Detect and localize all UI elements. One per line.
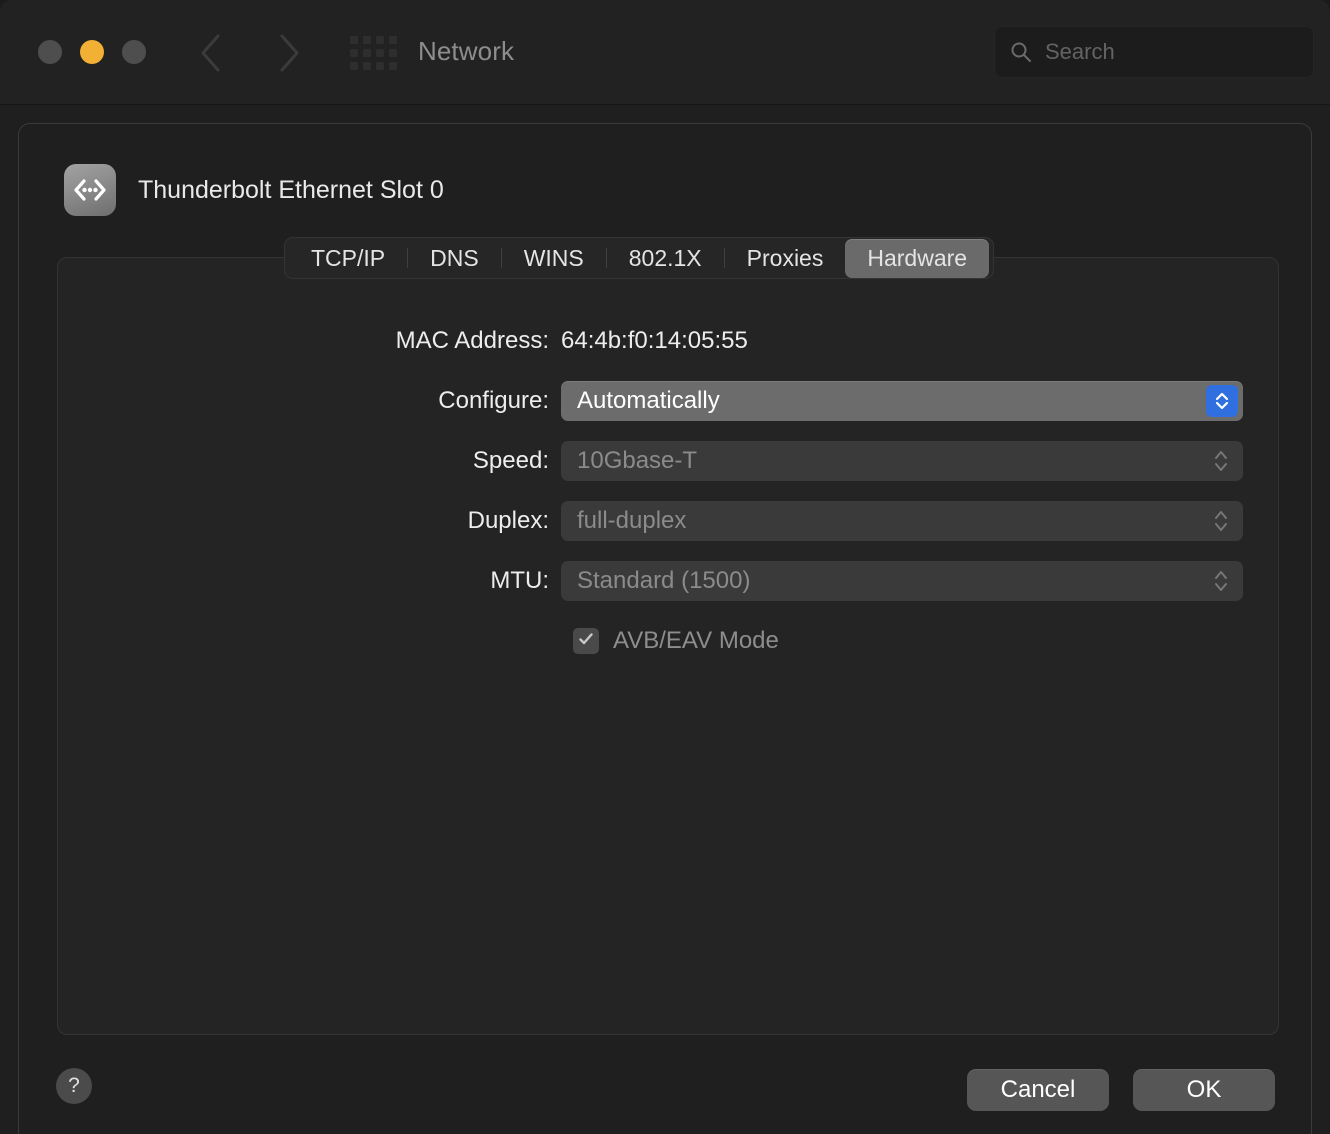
chevron-left-icon[interactable]	[196, 30, 226, 76]
tab-8021x[interactable]: 802.1X	[607, 239, 724, 278]
chevron-up-down-icon	[1211, 446, 1231, 476]
speed-popup-button: 10Gbase-T	[561, 441, 1243, 481]
mac-address-row: MAC Address: 64:4b:f0:14:05:55	[58, 319, 1278, 363]
tab-dns[interactable]: DNS	[408, 239, 501, 278]
interface-settings-sheet: Thunderbolt Ethernet Slot 0 TCP/IP DNS W…	[18, 123, 1312, 1134]
duplex-popup-value: full-duplex	[577, 507, 687, 534]
mtu-label: MTU:	[490, 567, 549, 594]
chevron-right-icon[interactable]	[274, 30, 304, 76]
hardware-form: MAC Address: 64:4b:f0:14:05:55 Configure…	[58, 319, 1278, 679]
search-icon	[1009, 40, 1033, 64]
minimize-button[interactable]	[80, 40, 104, 64]
cancel-button[interactable]: Cancel	[967, 1069, 1109, 1111]
speed-label: Speed:	[472, 447, 549, 474]
mac-address-value: 64:4b:f0:14:05:55	[561, 327, 748, 354]
network-preferences-window: Network Thunderbolt	[0, 0, 1330, 1134]
help-button[interactable]: ?	[56, 1068, 92, 1104]
duplex-popup-button: full-duplex	[561, 501, 1243, 541]
question-mark-icon: ?	[68, 1074, 80, 1097]
tab-proxies[interactable]: Proxies	[725, 239, 846, 278]
mtu-popup-button: Standard (1500)	[561, 561, 1243, 601]
avb-mode-row: AVB/EAV Mode	[58, 619, 1278, 663]
search-input[interactable]	[1045, 39, 1299, 65]
avb-mode-checkbox	[573, 628, 599, 654]
checkmark-icon	[577, 630, 595, 653]
configure-label: Configure:	[438, 387, 549, 414]
navigation-arrows	[196, 30, 304, 76]
tab-wins[interactable]: WINS	[502, 239, 606, 278]
avb-mode-checkbox-group: AVB/EAV Mode	[561, 627, 779, 655]
settings-tabbar: TCP/IP DNS WINS 802.1X Proxies Hardware	[284, 237, 995, 279]
configure-popup-value: Automatically	[577, 387, 720, 414]
tab-hardware[interactable]: Hardware	[845, 238, 990, 278]
mtu-row: MTU: Standard (1500)	[58, 559, 1278, 603]
ok-button[interactable]: OK	[1133, 1069, 1275, 1111]
ethernet-icon	[64, 164, 116, 216]
show-all-grid-icon[interactable]	[350, 36, 397, 70]
zoom-button[interactable]	[122, 40, 146, 64]
avb-mode-label: AVB/EAV Mode	[613, 627, 779, 654]
sheet-footer-buttons: Cancel OK	[967, 1069, 1275, 1111]
chevron-up-down-icon	[1211, 506, 1231, 536]
mtu-popup-value: Standard (1500)	[577, 567, 751, 594]
chevron-up-down-icon	[1211, 566, 1231, 596]
speed-row: Speed: 10Gbase-T	[58, 439, 1278, 483]
interface-name: Thunderbolt Ethernet Slot 0	[138, 175, 444, 204]
mac-address-label: MAC Address:	[395, 327, 549, 354]
duplex-row: Duplex: full-duplex	[58, 499, 1278, 543]
configure-popup-button[interactable]: Automatically	[561, 381, 1243, 421]
window-titlebar: Network	[0, 0, 1330, 105]
close-button[interactable]	[38, 40, 62, 64]
traffic-light-controls	[38, 40, 146, 64]
speed-popup-value: 10Gbase-T	[577, 447, 698, 474]
hardware-tab-panel: MAC Address: 64:4b:f0:14:05:55 Configure…	[57, 257, 1279, 1035]
search-field[interactable]	[994, 26, 1314, 78]
window-title: Network	[418, 36, 515, 66]
duplex-label: Duplex:	[467, 507, 549, 534]
configure-row: Configure: Automatically	[58, 379, 1278, 423]
interface-header: Thunderbolt Ethernet Slot 0	[64, 164, 444, 216]
tab-tcpip[interactable]: TCP/IP	[289, 239, 407, 278]
chevron-up-down-icon	[1206, 385, 1238, 417]
